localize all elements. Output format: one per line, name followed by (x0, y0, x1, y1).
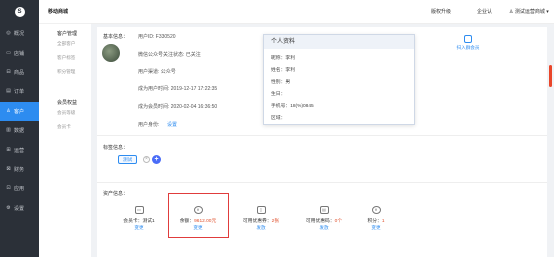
add-tag-button[interactable]: + (152, 155, 161, 164)
issue-gift-card-link[interactable]: 发放 (295, 225, 353, 231)
gift-card-count: 0个 (334, 219, 343, 224)
profile-birthday: 生日： (271, 92, 286, 97)
asset-text: 会员卡：测试1 (123, 219, 155, 224)
profile-phone: 手机号：18(%)0845 (271, 104, 314, 109)
asset-text: 可用优惠券： (242, 219, 272, 224)
join-member-group-label: 扫入群会员 (456, 45, 480, 50)
asset-info-label: 资产信息： (103, 191, 129, 197)
group-member-rights: 会员权益 会员等级 会员卡 (39, 83, 91, 130)
group-title-customer: 客户管理 (57, 31, 78, 37)
join-member-group-button[interactable]: 扫入群会员 (455, 35, 481, 51)
top-bar: 版权升级 企业认 ♙ 测试运营商城 ▾ (91, 0, 554, 24)
group-title-member: 会员权益 (57, 100, 78, 106)
profile-region: 区域： (271, 116, 286, 121)
sidebar-item[interactable]: ▥ 数据 (0, 121, 39, 140)
profile-nickname: 昵称：李利 (271, 56, 295, 61)
avatar (102, 44, 120, 62)
basic-info-label: 基本信息： (103, 34, 129, 40)
profile-gender: 性别：男 (271, 80, 291, 85)
sidebar-item[interactable]: ⊠ 财务 (0, 160, 39, 179)
customer-tag[interactable]: 测试 (118, 155, 138, 164)
became-user-time: 成为用户时间: 2019-12-17 17:22:35 (138, 86, 218, 92)
sidebar-item-label: 数据 (14, 128, 25, 135)
order-icon: ▤ (6, 88, 11, 95)
account-name: 测试运营商城 (514, 9, 545, 15)
asset-points: ¥ 积分：1 变更 (347, 206, 405, 231)
coupon-count: 2张 (271, 219, 280, 224)
sub-item-all-customers[interactable]: 全部客户 (57, 41, 91, 47)
sidebar-item-label: 店铺 (14, 50, 25, 57)
sidebar-item[interactable]: ▭ 店铺 (0, 43, 39, 62)
group-customer-management: 客户管理 全部客户 客户标签 积分管理 (39, 24, 91, 75)
sidebar-item[interactable]: ⊟ 商品 (0, 63, 39, 82)
customer-detail-panel: 基本信息： 用户ID: F330520 微信公众号关注状态: 已关注 用户渠道:… (97, 27, 547, 257)
sidebar-item-label: 概况 (14, 31, 25, 38)
points-icon: ¥ (371, 206, 381, 214)
sidebar-item-label: 财务 (14, 166, 25, 173)
became-member-time: 成为会员时间: 2020-02-04 16:36:50 (138, 104, 218, 110)
operation-icon: ⊞ (6, 146, 11, 153)
scrollbar[interactable] (549, 65, 552, 87)
sidebar-item-label: 运营 (14, 147, 25, 154)
app-logo[interactable]: S (0, 0, 39, 24)
customer-icon: ♙ (6, 107, 11, 114)
overview-icon: ◎ (6, 30, 11, 37)
issue-coupon-link[interactable]: 发放 (232, 225, 290, 231)
balance-highlight-box (168, 193, 229, 238)
change-card-link[interactable]: 变更 (110, 225, 168, 231)
sidebar-item[interactable]: ▤ 订单 (0, 82, 39, 101)
asset-gift-cards: ▤ 可用优惠码：0个 发放 (295, 206, 353, 231)
asset-text: 可用优惠码： (305, 219, 335, 224)
sidebar-item[interactable]: ◎ 概况 (0, 24, 39, 43)
group-icon (464, 35, 472, 43)
sidebar-item-label: 应用 (14, 186, 25, 193)
gift-card-icon: ▤ (319, 206, 329, 214)
sidebar-item[interactable]: ♙ 客户 (0, 101, 39, 121)
upgrade-link[interactable]: 版权升级 (431, 8, 451, 15)
sub-item-customer-tags[interactable]: 客户标签 (57, 55, 91, 61)
asset-membership-card: ▭ 会员卡：测试1 变更 (110, 206, 168, 231)
close-icon[interactable]: × (143, 156, 150, 163)
asset-text: 积分： (367, 219, 382, 224)
change-points-link[interactable]: 变更 (347, 225, 405, 231)
store-title: 移动商城 (39, 0, 91, 24)
user-channel: 用户渠道: 公众号 (138, 69, 176, 75)
main-sidebar: S ◎ 概况 ▭ 店铺 ⊟ 商品 ▤ 订单 ♙ 客户 ▥ 数据 ⊞ 运营 ⊠ 财务 ⊡ 应用 ⚙ 设置 (0, 0, 39, 257)
goods-icon: ⊟ (6, 68, 11, 75)
finance-icon: ⊠ (6, 165, 11, 172)
account-menu[interactable]: ♙ 测试运营商城 ▾ (509, 8, 549, 15)
set-identity-link[interactable]: 设置 (167, 121, 177, 128)
sidebar-item[interactable]: ⊡ 应用 (0, 179, 39, 198)
sidebar-item-label: 设置 (14, 205, 25, 212)
sub-item-member-levels[interactable]: 会员等级 (57, 110, 91, 116)
chevron-down-icon: ▾ (544, 9, 549, 15)
sidebar-item-label: 客户 (14, 108, 25, 115)
profile-title: 个人资料 (264, 35, 414, 49)
sub-sidebar: 移动商城 客户管理 全部客户 客户标签 积分管理 会员权益 会员等级 会员卡 (39, 0, 91, 257)
store-icon: ▭ (6, 49, 11, 56)
user-identity-label: 用户身份: (138, 122, 160, 128)
divider (97, 135, 547, 136)
divider (97, 182, 547, 183)
apps-icon: ⊡ (6, 185, 11, 192)
tag-info-label: 标签信息： (103, 145, 129, 151)
sidebar-item[interactable]: ⚙ 设置 (0, 199, 39, 218)
points-value: 1 (381, 219, 385, 224)
sub-item-member-card[interactable]: 会员卡 (57, 124, 91, 130)
wechat-status: 微信公众号关注状态: 已关注 (138, 52, 201, 58)
sidebar-item-label: 订单 (14, 89, 25, 96)
coupon-icon: ▯ (256, 206, 266, 214)
sidebar-item[interactable]: ⊞ 运营 (0, 140, 39, 159)
sidebar-item-label: 商品 (14, 69, 25, 76)
data-icon: ▥ (6, 127, 11, 134)
user-id: 用户ID: F330520 (138, 34, 176, 40)
sub-item-points[interactable]: 积分管理 (57, 69, 91, 75)
card-icon: ▭ (134, 206, 144, 214)
asset-coupons: ▯ 可用优惠券：2张 发放 (232, 206, 290, 231)
profile-name: 姓名：李利 (271, 68, 295, 73)
logo-icon: S (14, 7, 25, 17)
gear-icon: ⚙ (6, 204, 11, 211)
enterprise-auth-link[interactable]: 企业认 (477, 8, 492, 15)
profile-popover: 个人资料 昵称：李利 姓名：李利 性别：男 生日： 手机号：18(%)0845 … (263, 34, 415, 125)
